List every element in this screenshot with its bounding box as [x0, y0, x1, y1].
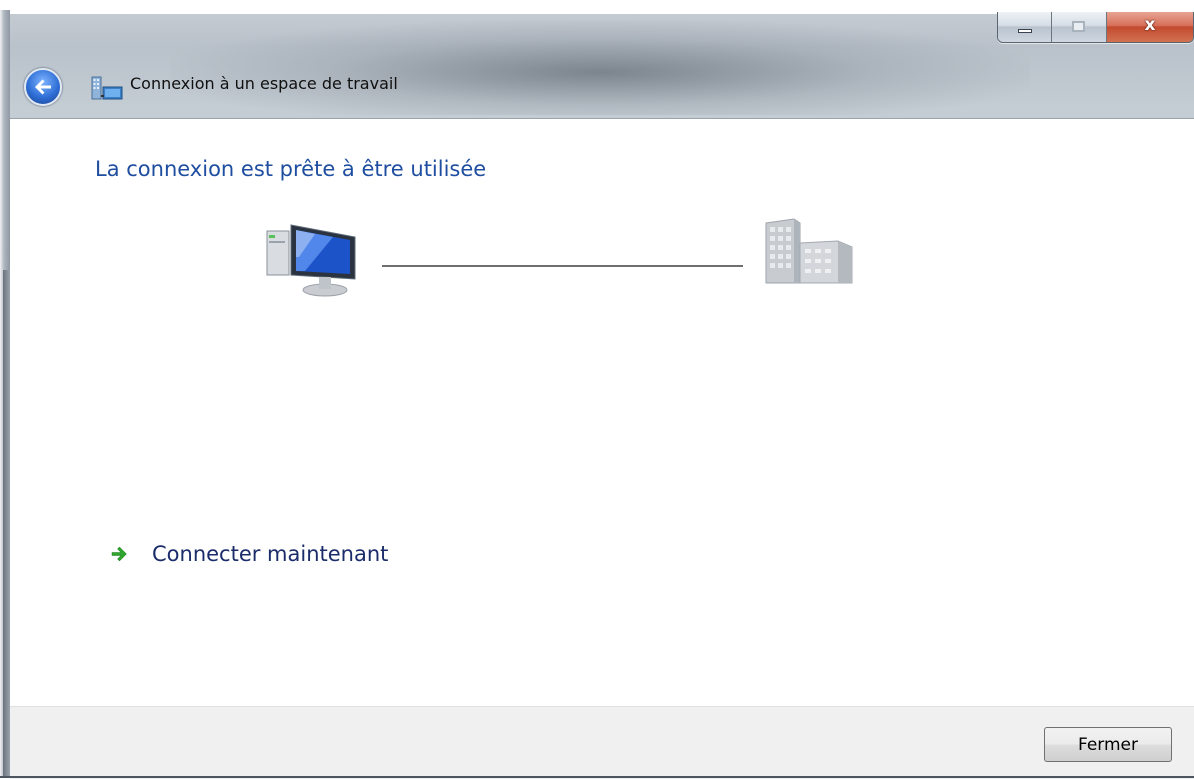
- close-window-button[interactable]: x: [1107, 12, 1193, 42]
- green-arrow-icon: [111, 546, 127, 562]
- window-left-edge-shadow: [3, 270, 10, 778]
- caption-buttons: x: [997, 12, 1194, 43]
- maximize-button[interactable]: [1052, 12, 1107, 42]
- close-icon: x: [1144, 15, 1156, 35]
- window-title: Connexion à un espace de travail: [130, 74, 398, 93]
- network-workplace-icon: [91, 76, 123, 100]
- page-heading: La connexion est prête à être utilisée: [95, 157, 487, 181]
- content-area: La connexion est prête à être utilisée C…: [10, 118, 1194, 779]
- connect-now-link[interactable]: Connecter maintenant: [110, 539, 388, 569]
- minimize-button[interactable]: [998, 12, 1052, 42]
- connection-line: [382, 265, 743, 267]
- back-button[interactable]: [24, 68, 62, 106]
- connect-now-label: Connecter maintenant: [152, 542, 389, 566]
- footer-bar: Fermer: [10, 706, 1194, 779]
- close-button[interactable]: Fermer: [1044, 727, 1172, 762]
- computer-icon: [266, 224, 356, 297]
- minimize-icon: [1018, 29, 1032, 33]
- maximize-icon: [1072, 21, 1085, 32]
- server-building-icon: [765, 218, 853, 284]
- back-arrow-icon: [35, 79, 51, 95]
